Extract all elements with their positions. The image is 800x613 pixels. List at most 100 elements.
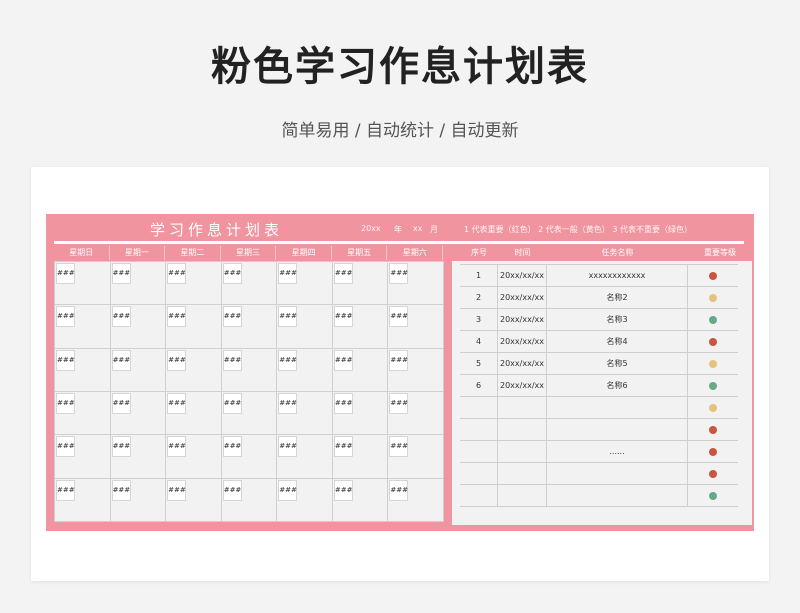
calendar-cell[interactable]: ### [388, 348, 444, 392]
task-name-cell[interactable] [547, 485, 688, 507]
task-name-cell[interactable]: 名称4 [547, 331, 688, 353]
calendar-cell[interactable]: ### [55, 305, 111, 349]
calendar-cell[interactable]: ### [166, 435, 222, 479]
calendar-cell[interactable]: ### [332, 348, 389, 392]
task-level-cell[interactable] [688, 463, 738, 485]
task-time-cell[interactable]: 20xx/xx/xx [498, 331, 547, 353]
task-time-cell[interactable] [498, 463, 547, 485]
date-tag: ### [56, 306, 75, 328]
task-column-header: 时间 [514, 248, 531, 257]
calendar-cell[interactable]: ### [277, 435, 333, 479]
task-level-cell[interactable] [688, 265, 738, 287]
date-tag: ### [56, 479, 75, 501]
calendar-cell[interactable]: ### [277, 391, 333, 436]
calendar-cell[interactable]: ### [110, 435, 167, 479]
year-value[interactable]: 20xx [361, 224, 381, 233]
task-name-cell[interactable]: 名称5 [547, 353, 688, 375]
calendar-cell[interactable]: ### [332, 305, 389, 349]
task-time-cell[interactable]: 20xx/xx/xx [498, 309, 547, 331]
calendar-cell[interactable]: ### [55, 435, 111, 479]
calendar-cell[interactable]: ### [332, 478, 389, 522]
calendar-cell[interactable]: ### [110, 478, 167, 522]
task-name-cell[interactable]: xxxxxxxxxxxx [547, 265, 688, 287]
task-time-cell[interactable]: 20xx/xx/xx [498, 353, 547, 375]
date-tag: ### [333, 263, 353, 284]
calendar-cell[interactable]: ### [110, 391, 167, 436]
calendar-cell[interactable]: ### [332, 262, 389, 306]
task-no-cell[interactable] [460, 485, 498, 507]
calendar-cell[interactable]: ### [166, 262, 222, 306]
calendar-cell[interactable]: ### [277, 478, 333, 522]
calendar-cell[interactable]: ### [110, 348, 167, 392]
calendar-cell[interactable]: ### [110, 305, 167, 349]
calendar-cell[interactable]: ### [166, 391, 222, 436]
task-level-cell[interactable] [688, 331, 738, 353]
calendar-cell[interactable]: ### [221, 305, 278, 349]
week-header: 星期日 星期一 星期二 星期三 星期四 星期五 星期六 [54, 246, 444, 260]
date-tag: ### [56, 436, 75, 458]
task-no-cell[interactable]: 2 [460, 287, 498, 309]
task-level-cell[interactable] [688, 309, 738, 331]
task-column-header: 序号 [471, 248, 487, 257]
task-level-cell[interactable] [688, 287, 738, 309]
task-no-cell[interactable] [460, 463, 498, 485]
task-name-cell[interactable]: ...... [547, 441, 688, 463]
task-level-cell[interactable] [688, 441, 738, 463]
task-no-cell[interactable]: 4 [460, 331, 498, 353]
task-time-cell[interactable]: 20xx/xx/xx [498, 375, 547, 397]
task-name-cell[interactable] [547, 397, 688, 419]
calendar-cell[interactable]: ### [166, 305, 222, 349]
day-header: 星期五 [332, 246, 388, 260]
task-no-cell[interactable]: 3 [460, 309, 498, 331]
calendar-cell[interactable]: ### [277, 262, 333, 306]
task-no-cell[interactable] [460, 397, 498, 419]
calendar-cell[interactable]: ### [388, 262, 444, 306]
calendar-cell[interactable]: ### [221, 435, 278, 479]
calendar-cell[interactable]: ### [332, 391, 389, 436]
task-time-cell[interactable] [498, 397, 547, 419]
task-level-cell[interactable] [688, 419, 738, 441]
task-name-cell[interactable]: 名称2 [547, 287, 688, 309]
calendar-cell[interactable]: ### [55, 262, 111, 306]
calendar-cell[interactable]: ### [332, 435, 389, 479]
calendar-cell[interactable]: ### [388, 391, 444, 436]
calendar-cell[interactable]: ### [388, 305, 444, 349]
calendar-cell[interactable]: ### [55, 478, 111, 522]
calendar-cell[interactable]: ### [388, 478, 444, 522]
task-time-cell[interactable]: 20xx/xx/xx [498, 287, 547, 309]
task-time-cell[interactable] [498, 441, 547, 463]
task-name-cell[interactable] [547, 419, 688, 441]
calendar-cell[interactable]: ### [221, 262, 278, 306]
task-no-cell[interactable]: 5 [460, 353, 498, 375]
task-no-cell[interactable] [460, 419, 498, 441]
task-level-cell[interactable] [688, 485, 738, 507]
task-level-cell[interactable] [688, 353, 738, 375]
task-level-cell[interactable] [688, 397, 738, 419]
date-tag: ### [111, 392, 131, 414]
task-name-cell[interactable] [547, 463, 688, 485]
task-no-cell[interactable]: 6 [460, 375, 498, 397]
calendar-cell[interactable]: ### [221, 478, 278, 522]
calendar-cell[interactable]: ### [221, 348, 278, 392]
date-tag: ### [56, 263, 75, 284]
task-name-cell[interactable]: 名称6 [547, 375, 688, 397]
calendar-cell[interactable]: ### [221, 391, 278, 436]
calendar-cell[interactable]: ### [55, 348, 111, 392]
task-time-cell[interactable] [498, 485, 547, 507]
calendar-cell[interactable]: ### [55, 391, 111, 436]
month-value[interactable]: xx [413, 224, 422, 233]
task-table: 1 20xx/xx/xx xxxxxxxxxxxx 2 20xx/xx/xx 名称2 3 20… [460, 264, 738, 507]
date-tag: ### [333, 349, 353, 371]
calendar-cell[interactable]: ### [388, 435, 444, 479]
task-time-cell[interactable] [498, 419, 547, 441]
task-no-cell[interactable] [460, 441, 498, 463]
calendar-cell[interactable]: ### [277, 348, 333, 392]
calendar-cell[interactable]: ### [166, 478, 222, 522]
task-level-cell[interactable] [688, 375, 738, 397]
task-name-cell[interactable]: 名称3 [547, 309, 688, 331]
calendar-cell[interactable]: ### [277, 305, 333, 349]
calendar-cell[interactable]: ### [166, 348, 222, 392]
calendar-cell[interactable]: ### [110, 262, 167, 306]
task-no-cell[interactable]: 1 [460, 265, 498, 287]
task-time-cell[interactable]: 20xx/xx/xx [498, 265, 547, 287]
